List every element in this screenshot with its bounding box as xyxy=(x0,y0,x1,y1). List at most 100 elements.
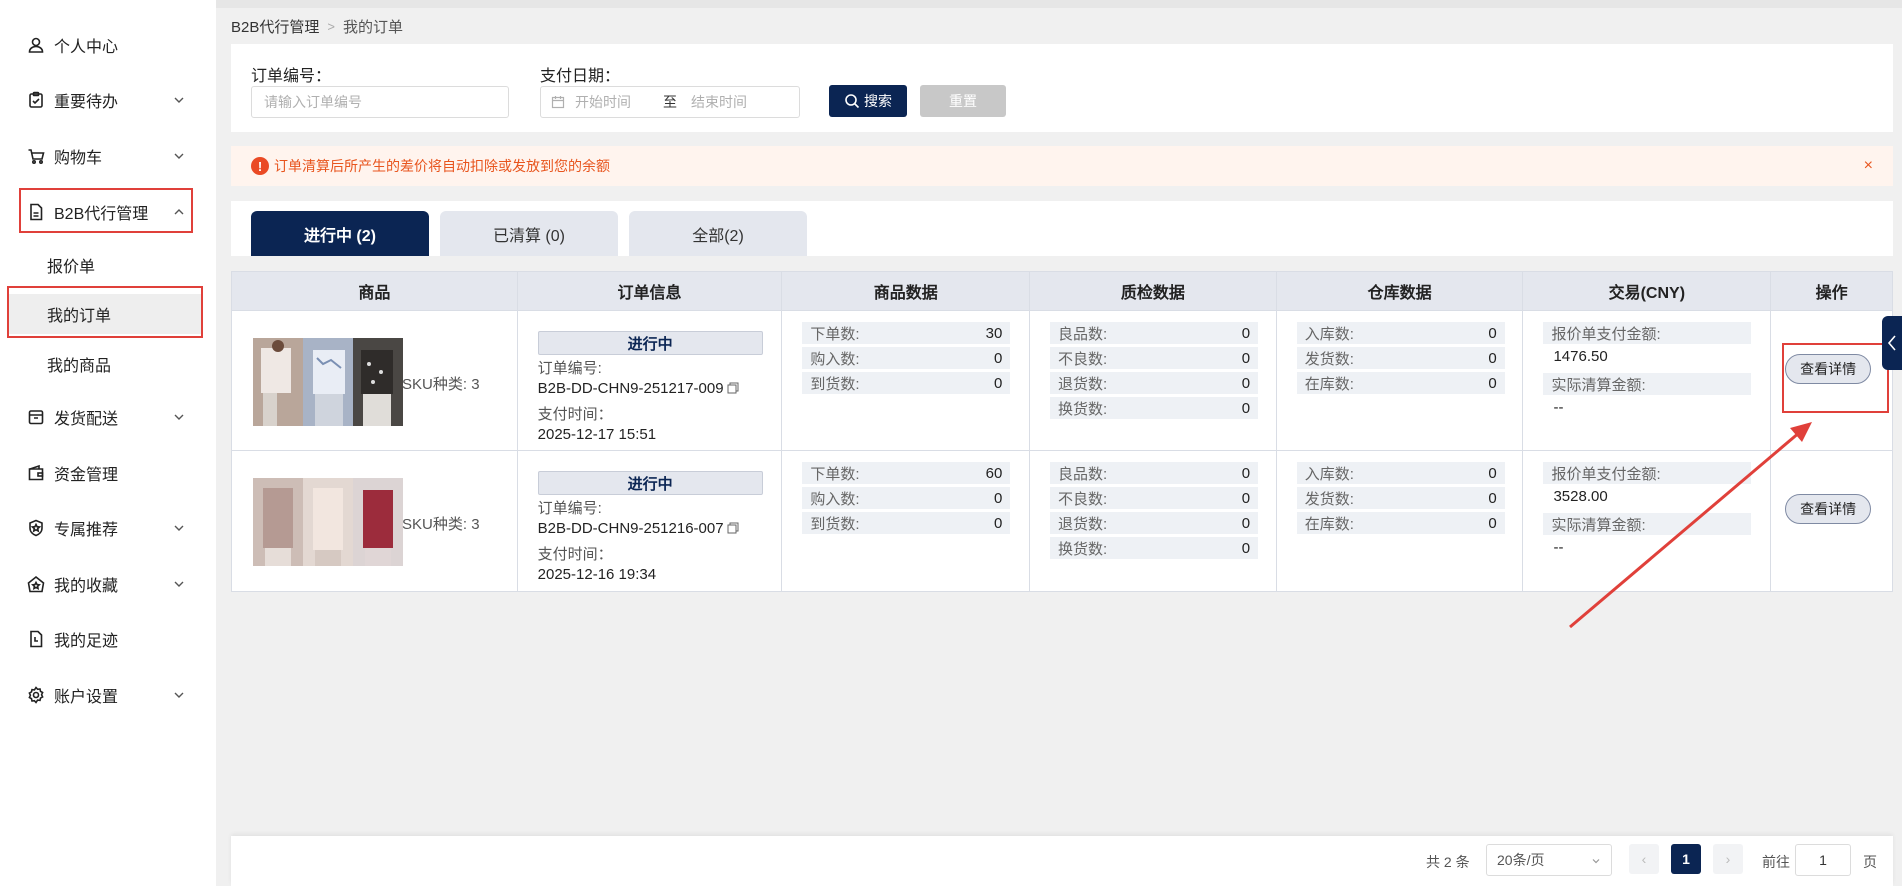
sidebar-item-cart[interactable]: 购物车 xyxy=(0,136,216,176)
sku-count: SKU种类: 3 xyxy=(402,513,480,534)
qc-data-cell: 良品数: 0 不良数: 0 退货数: 0 换货数: 0 xyxy=(1030,451,1277,591)
date-range-separator: 至 xyxy=(663,94,677,110)
search-icon xyxy=(845,94,860,109)
total-count: 共 2 条 xyxy=(1426,854,1470,870)
sidebar-item-footprint[interactable]: 我的足迹 xyxy=(0,619,216,659)
sidebar-subitem-my-products[interactable]: 我的商品 xyxy=(0,344,216,384)
order-no-label: 订单编号: xyxy=(537,360,602,377)
goods-data-cell: 下单数: 30 购入数: 0 到货数: 0 xyxy=(782,311,1031,450)
goto-page-input[interactable] xyxy=(1795,844,1851,876)
stat-value: 0 xyxy=(994,489,1003,507)
stat-value: 0 xyxy=(1241,399,1251,417)
sidebar-item-label: 我的收藏 xyxy=(54,578,119,595)
sidebar-item-account-settings[interactable]: 账户设置 xyxy=(0,675,216,715)
stat-label: 到货数: xyxy=(810,375,860,393)
breadcrumb-parent[interactable]: B2B代行管理 xyxy=(231,16,319,37)
chevron-down-icon xyxy=(172,521,186,535)
pay-time-value: 2025-12-16 19:34 xyxy=(537,566,657,583)
stat-value: 0 xyxy=(1488,464,1497,482)
start-date-input[interactable]: 开始时间 xyxy=(575,92,663,112)
stat-returned: 退货数: 0 xyxy=(1050,372,1259,394)
page-size-select[interactable]: 20条/页 xyxy=(1486,844,1612,876)
stat-defective: 不良数: 0 xyxy=(1050,487,1259,509)
stat-exchanged: 换货数: 0 xyxy=(1050,537,1259,559)
stat-good: 良品数: 0 xyxy=(1050,462,1259,484)
sidebar-item-label: 购物车 xyxy=(54,150,103,167)
product-image xyxy=(253,338,303,426)
end-date-input[interactable]: 结束时间 xyxy=(691,92,747,112)
sidebar-item-recommend[interactable]: 专属推荐 xyxy=(0,508,216,548)
sidebar-item-profile[interactable]: 个人中心 xyxy=(0,25,216,65)
stat-ordered: 下单数: 60 xyxy=(802,462,1011,484)
product-thumbnails[interactable] xyxy=(253,478,403,566)
breadcrumb-separator-icon: > xyxy=(327,19,335,34)
goto-label: 前往 xyxy=(1762,854,1790,870)
order-info-cell: 进行中 订单编号: B2B-DD-CHN9-251217-009 支付时间： 2… xyxy=(518,311,783,450)
pay-date-label: 支付日期： xyxy=(540,68,621,85)
column-header: 质检数据 xyxy=(1030,272,1277,310)
sidebar-item-funds[interactable]: 资金管理 xyxy=(0,453,216,493)
order-no-value: B2B-DD-CHN9-251217-009 xyxy=(538,380,739,397)
copy-icon[interactable] xyxy=(727,522,739,534)
sidebar-item-shipping[interactable]: 发货配送 xyxy=(0,397,216,437)
pay-date-range[interactable]: 开始时间 至 结束时间 xyxy=(540,86,800,118)
search-button[interactable]: 搜索 xyxy=(829,85,907,117)
next-page-button[interactable]: › xyxy=(1713,844,1743,874)
page-number-current[interactable]: 1 xyxy=(1671,844,1701,874)
sidebar: 个人中心 重要待办 购物车 B2B代行管理 报价单 我的订单 我的商品 发货配送… xyxy=(0,0,216,886)
tab-settled[interactable]: 已清算 (0) xyxy=(440,211,618,256)
order-no-value: B2B-DD-CHN9-251216-007 xyxy=(538,520,739,537)
stat-defective: 不良数: 0 xyxy=(1050,347,1259,369)
stat-value: 30 xyxy=(985,324,1003,342)
sidebar-item-b2b[interactable]: B2B代行管理 xyxy=(0,192,216,232)
column-header: 操作 xyxy=(1815,285,1848,302)
stat-label: 下单数: xyxy=(810,325,860,343)
sidebar-subitem-quote[interactable]: 报价单 xyxy=(0,245,216,285)
badge-icon xyxy=(27,519,45,537)
stat-label: 发货数: xyxy=(1304,350,1354,368)
stat-label: 退货数: xyxy=(1058,375,1108,393)
stat-shipped: 发货数: 0 xyxy=(1296,347,1505,369)
order-no-input[interactable] xyxy=(251,86,509,118)
shipping-icon xyxy=(27,408,45,426)
qc-data-cell: 良品数: 0 不良数: 0 退货数: 0 换货数: 0 xyxy=(1030,311,1277,450)
tab-all[interactable]: 全部(2) xyxy=(629,211,807,256)
chevron-down-icon xyxy=(172,410,186,424)
quote-amount-value: 3528.00 xyxy=(1553,488,1608,505)
reset-button[interactable]: 重置 xyxy=(920,85,1006,117)
stat-in-stock: 在库数: 0 xyxy=(1296,512,1505,534)
sidebar-subitem-label: 报价单 xyxy=(47,259,96,276)
stat-label: 发货数: xyxy=(1304,490,1354,508)
sku-count: SKU种类: 3 xyxy=(402,373,480,394)
product-thumbnails[interactable] xyxy=(253,338,403,426)
collapse-panel-tab[interactable] xyxy=(1882,316,1902,370)
stat-label: 换货数: xyxy=(1058,400,1108,418)
sidebar-subitem-label: 我的订单 xyxy=(47,308,112,325)
view-detail-button[interactable]: 查看详情 xyxy=(1785,354,1872,384)
stat-label: 入库数: xyxy=(1304,465,1354,483)
copy-icon[interactable] xyxy=(727,382,739,394)
star-icon xyxy=(27,575,45,593)
stat-value: 0 xyxy=(1241,539,1251,557)
chevron-left-icon xyxy=(1887,335,1896,351)
settle-amount-label: 实际清算金额: xyxy=(1543,513,1752,535)
stat-label: 在库数: xyxy=(1304,515,1354,533)
sidebar-item-todo[interactable]: 重要待办 xyxy=(0,80,216,120)
stat-value: 0 xyxy=(994,514,1003,532)
stat-value: 0 xyxy=(1241,374,1251,392)
stat-returned: 退货数: 0 xyxy=(1050,512,1259,534)
search-panel: 订单编号： 支付日期： 开始时间 至 结束时间 搜索 重置 xyxy=(231,44,1893,132)
sidebar-subitem-my-orders[interactable]: 我的订单 xyxy=(8,294,202,334)
product-image xyxy=(353,478,403,566)
sidebar-item-favorites[interactable]: 我的收藏 xyxy=(0,564,216,604)
prev-page-button[interactable]: ‹ xyxy=(1629,844,1659,874)
view-detail-button[interactable]: 查看详情 xyxy=(1785,494,1872,524)
sku-label: SKU种类: xyxy=(402,376,468,393)
stat-arrived: 到货数: 0 xyxy=(802,512,1011,534)
stat-value: 0 xyxy=(1241,489,1251,507)
tab-in-progress[interactable]: 进行中 (2) xyxy=(251,211,429,256)
chevron-down-icon xyxy=(172,688,186,702)
document-icon xyxy=(27,203,45,221)
close-icon[interactable]: × xyxy=(1864,157,1873,175)
breadcrumb: B2B代行管理 > 我的订单 xyxy=(231,16,403,37)
